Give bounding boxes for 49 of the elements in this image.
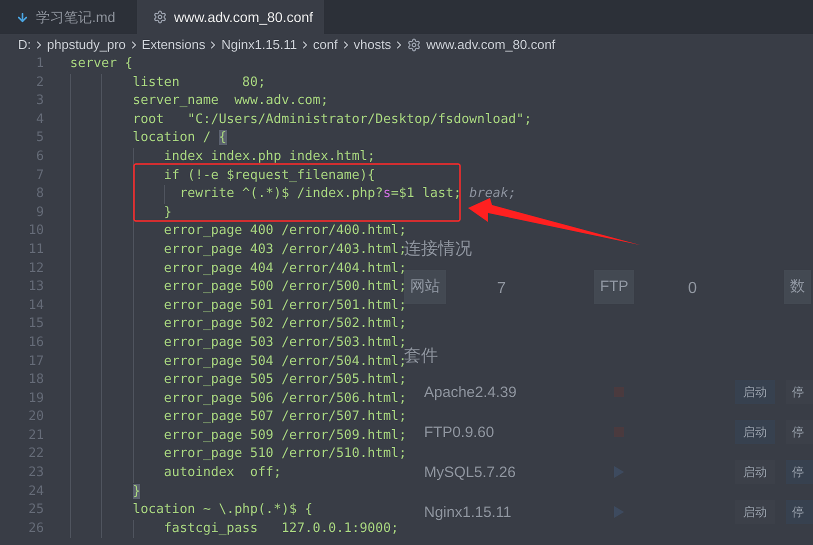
code-line: server_name www.adv.com; [132,93,328,108]
code-line: location ~ \.php(.*)$ { [132,502,313,518]
start-button[interactable]: 启动 [735,380,775,404]
stop-button[interactable]: 停 [786,460,813,484]
breadcrumb-item[interactable]: Nginx1.15.11 [221,34,298,54]
service-name: Nginx1.15.11 [424,503,512,523]
code-line: error_page 509 /error/509.html; [162,428,407,443]
start-button[interactable]: 启动 [735,420,775,444]
code-line: if (!-e $request_filename){ [162,168,376,183]
gear-icon [407,38,422,52]
code-line: error_page 404 /error/404.html; [162,260,407,276]
stat-label: 数 [784,270,811,304]
code-line: error_page 500 /error/500.html; [162,279,407,294]
code-line: error_page 502 /error/502.html; [162,316,407,332]
stat-value: 7 [497,279,506,299]
section-title: 套件 [404,345,438,367]
code-line: error_page 501 /error/501.html; [162,298,407,313]
breadcrumb-item[interactable]: phpstudy_pro [47,34,126,54]
editor-tab[interactable]: www.adv.com_80.conf [137,0,324,34]
section-title: 连接情况 [404,238,472,260]
download-icon [16,10,29,24]
code-line: root "C:/Users/Administrator/Desktop/fsdownload"; [132,112,532,127]
breadcrumb-item[interactable]: www.adv.com_80.conf [426,34,556,54]
service-name: Apache2.4.39 [424,383,517,403]
stop-button[interactable]: 停 [786,500,813,524]
service-name: FTP0.9.60 [424,423,494,443]
code-line: server { [70,56,133,71]
breadcrumb-item[interactable]: D: [18,34,31,54]
code-line: error_page 505 /error/505.html; [162,372,407,388]
code-line: error_page 503 /error/503.html; [162,334,407,350]
code-line: error_page 400 /error/400.html; [162,223,407,238]
code-line: error_page 506 /error/506.html; [162,390,407,406]
service-name: MySQL5.7.26 [424,463,516,483]
code-line: rewrite ^(.*)$ /index.php?s=$1 last; break; [178,186,516,202]
stat-label: FTP [594,270,634,304]
code-line: fastcgi_pass 127.0.0.1:9000; [162,520,399,536]
breadcrumb-item[interactable]: conf [313,34,338,54]
gear-icon [153,10,167,24]
stat-value: 0 [688,279,697,299]
stat-label: 网站 [404,270,446,304]
breadcrumb-item[interactable]: vhosts [354,34,392,54]
code-line: autoindex off; [162,465,282,480]
code-line: index index.php index.html; [162,148,376,164]
code-line: location / { [132,130,227,146]
breadcrumb-item[interactable]: Extensions [142,34,206,54]
code-line: listen 80; [132,74,266,90]
code-line: } [162,204,172,220]
code-line: error_page 507 /error/507.html; [162,409,407,424]
code-line: error_page 510 /error/510.html; [162,446,407,462]
